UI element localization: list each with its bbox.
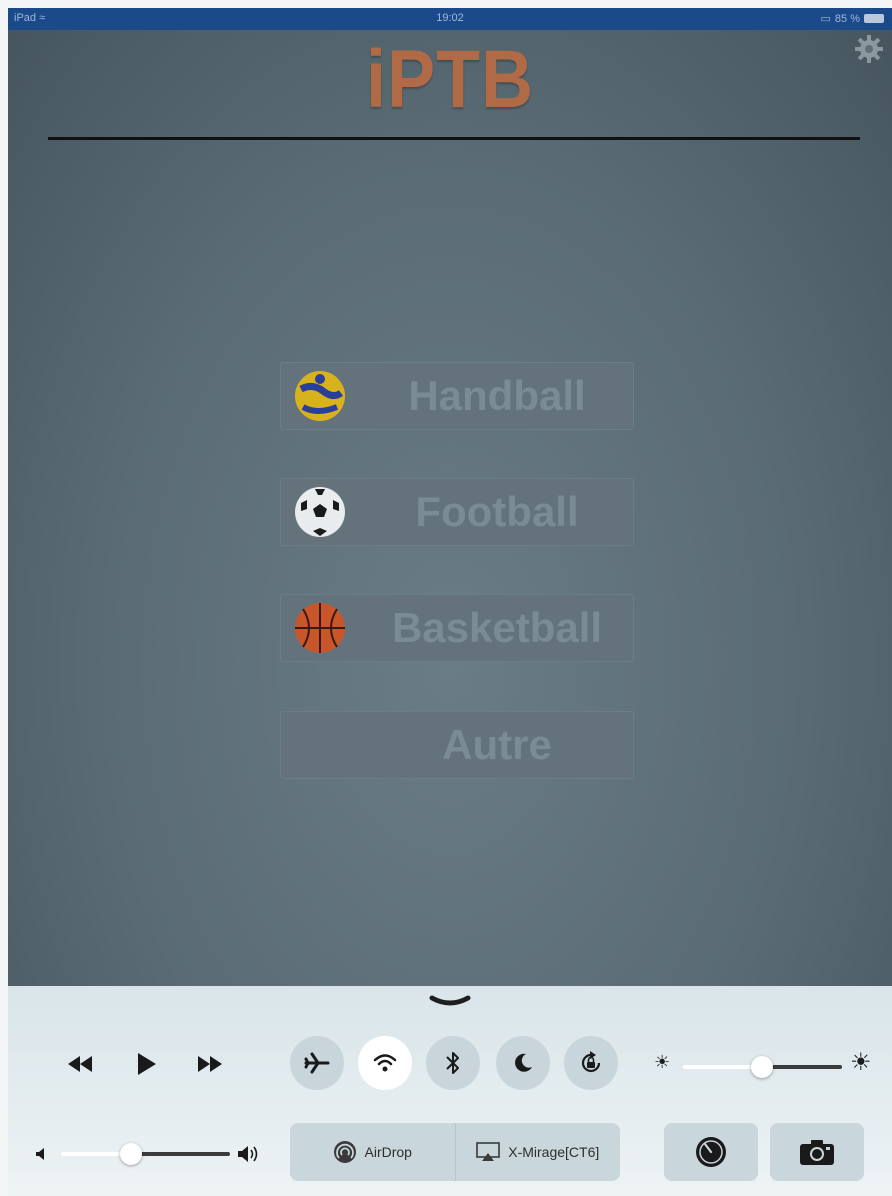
rotation-lock-icon <box>581 1051 601 1073</box>
timer-icon <box>696 1137 726 1167</box>
sport-label: Football <box>415 488 579 535</box>
rewind-icon[interactable] <box>60 1044 100 1084</box>
ipad-screen: iPad ≈ 19:02 ▭ 85 % iPTB Handball Footba… <box>8 8 892 1196</box>
battery-percent: 85 % <box>834 12 860 25</box>
wifi-icon <box>373 1054 397 1072</box>
play-icon[interactable] <box>126 1044 166 1084</box>
rotation-lock-toggle[interactable] <box>564 1036 618 1090</box>
sharing-buttons: AirDrop X-Mirage[CT6] <box>290 1123 620 1181</box>
brightness-slider[interactable] <box>682 1056 842 1078</box>
battery-icon <box>864 14 884 23</box>
volume-knob[interactable] <box>120 1143 143 1165</box>
fast-forward-icon[interactable] <box>190 1044 230 1084</box>
control-center: ☀ ☀ AirDrop X-Mirage[CT6] <box>8 986 892 1196</box>
volume-low-icon <box>36 1148 44 1160</box>
screen-mirroring-icon: ▭ <box>820 13 831 25</box>
airdrop-icon <box>333 1141 356 1163</box>
airplane-mode-toggle[interactable] <box>290 1036 344 1090</box>
app-logo: iPTB <box>366 34 534 125</box>
volume-high-icon <box>238 1146 258 1162</box>
chevron-down-icon[interactable] <box>428 994 472 1010</box>
brightness-high-icon: ☀ <box>850 1049 872 1076</box>
handball-icon <box>295 371 345 421</box>
status-bar: iPad ≈ 19:02 ▭ 85 % <box>8 8 892 30</box>
airdrop-label: AirDrop <box>364 1144 412 1160</box>
gear-icon[interactable] <box>854 34 884 64</box>
bluetooth-toggle[interactable] <box>426 1036 480 1090</box>
airplay-button[interactable]: X-Mirage[CT6] <box>454 1123 621 1181</box>
sport-button-football[interactable]: Football <box>280 478 634 546</box>
battery-status: ▭ 85 % <box>821 12 884 25</box>
sport-label: Handball <box>408 372 586 419</box>
status-time: 19:02 <box>436 12 464 24</box>
sport-button-autre[interactable]: Autre <box>280 711 634 779</box>
sport-label: Autre <box>442 721 552 768</box>
volume-slider[interactable] <box>60 1143 230 1165</box>
airplane-icon <box>304 1052 330 1074</box>
airdrop-button[interactable]: AirDrop <box>290 1123 455 1181</box>
brightness-fill <box>682 1065 762 1069</box>
sport-label: Basketball <box>391 604 603 651</box>
basketball-icon <box>295 603 345 653</box>
airplay-icon <box>476 1142 501 1161</box>
moon-icon <box>515 1053 532 1072</box>
header-divider <box>48 137 860 140</box>
brightness-low-icon: ☀ <box>654 1052 671 1072</box>
football-icon <box>295 487 345 537</box>
sport-button-handball[interactable]: Handball <box>280 362 634 430</box>
camera-icon <box>800 1140 834 1165</box>
timer-button[interactable] <box>664 1123 758 1181</box>
sport-button-basketball[interactable]: Basketball <box>280 594 634 662</box>
airplay-label: X-Mirage[CT6] <box>508 1144 600 1160</box>
camera-button[interactable] <box>770 1123 864 1181</box>
wifi-toggle[interactable] <box>358 1036 412 1090</box>
brightness-knob[interactable] <box>751 1056 773 1078</box>
bluetooth-icon <box>446 1052 459 1074</box>
do-not-disturb-toggle[interactable] <box>496 1036 550 1090</box>
